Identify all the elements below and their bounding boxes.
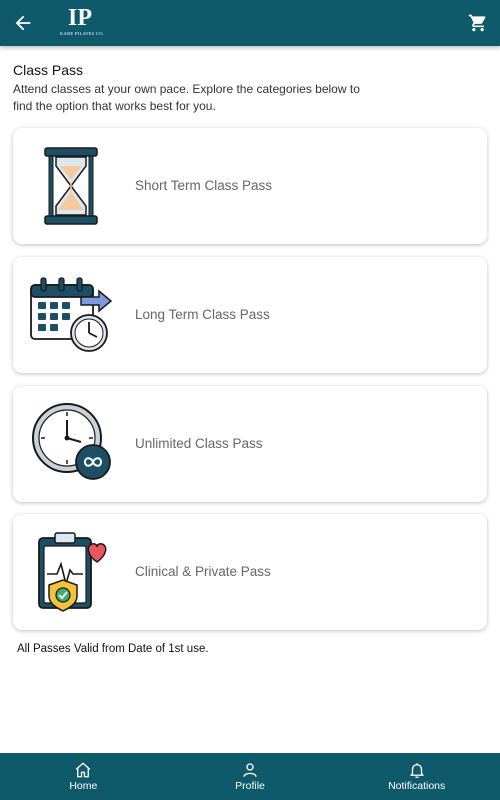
nav-home[interactable]: Home bbox=[0, 753, 167, 800]
pass-card-label: Short Term Class Pass bbox=[135, 178, 273, 193]
pass-card-label: Unlimited Class Pass bbox=[135, 436, 263, 451]
clipboard-heart-shield-icon bbox=[38, 532, 107, 612]
validity-note: All Passes Valid from Date of 1st use. bbox=[17, 643, 209, 655]
nav-notifications-label: Notifications bbox=[388, 780, 446, 792]
pass-card-short-term[interactable]: Short Term Class Pass bbox=[13, 128, 487, 244]
bottom-navigation: Home Profile Notifications bbox=[0, 753, 500, 800]
page-subtitle: Attend classes at your own pace. Explore… bbox=[13, 82, 360, 113]
pass-card-label: Long Term Class Pass bbox=[135, 307, 270, 322]
bell-icon bbox=[409, 763, 424, 778]
pass-card-clinical-private[interactable]: Clinical & Private Pass bbox=[13, 514, 487, 630]
brand-logo[interactable]: IP KARE PILATES CO. bbox=[60, 5, 105, 41]
logo-mark: IP bbox=[68, 5, 92, 31]
profile-icon bbox=[243, 763, 257, 777]
nav-notifications[interactable]: Notifications bbox=[333, 753, 500, 800]
page-title: Class Pass bbox=[13, 62, 84, 78]
pass-card-label: Clinical & Private Pass bbox=[135, 564, 271, 579]
nav-profile-label: Profile bbox=[235, 780, 265, 792]
home-icon bbox=[76, 762, 91, 778]
top-app-bar: IP KARE PILATES CO. bbox=[0, 0, 500, 46]
calendar-clock-icon bbox=[30, 277, 113, 352]
logo-text: KARE PILATES CO. bbox=[60, 31, 105, 36]
pass-card-unlimited[interactable]: Unlimited Class Pass bbox=[13, 386, 487, 502]
clock-infinity-icon bbox=[32, 403, 111, 480]
nav-profile[interactable]: Profile bbox=[167, 753, 334, 800]
cart-icon[interactable] bbox=[468, 13, 488, 33]
pass-card-long-term[interactable]: Long Term Class Pass bbox=[13, 257, 487, 373]
hourglass-icon bbox=[44, 147, 98, 225]
arrow-left-icon[interactable] bbox=[12, 12, 34, 34]
nav-home-label: Home bbox=[69, 780, 98, 792]
